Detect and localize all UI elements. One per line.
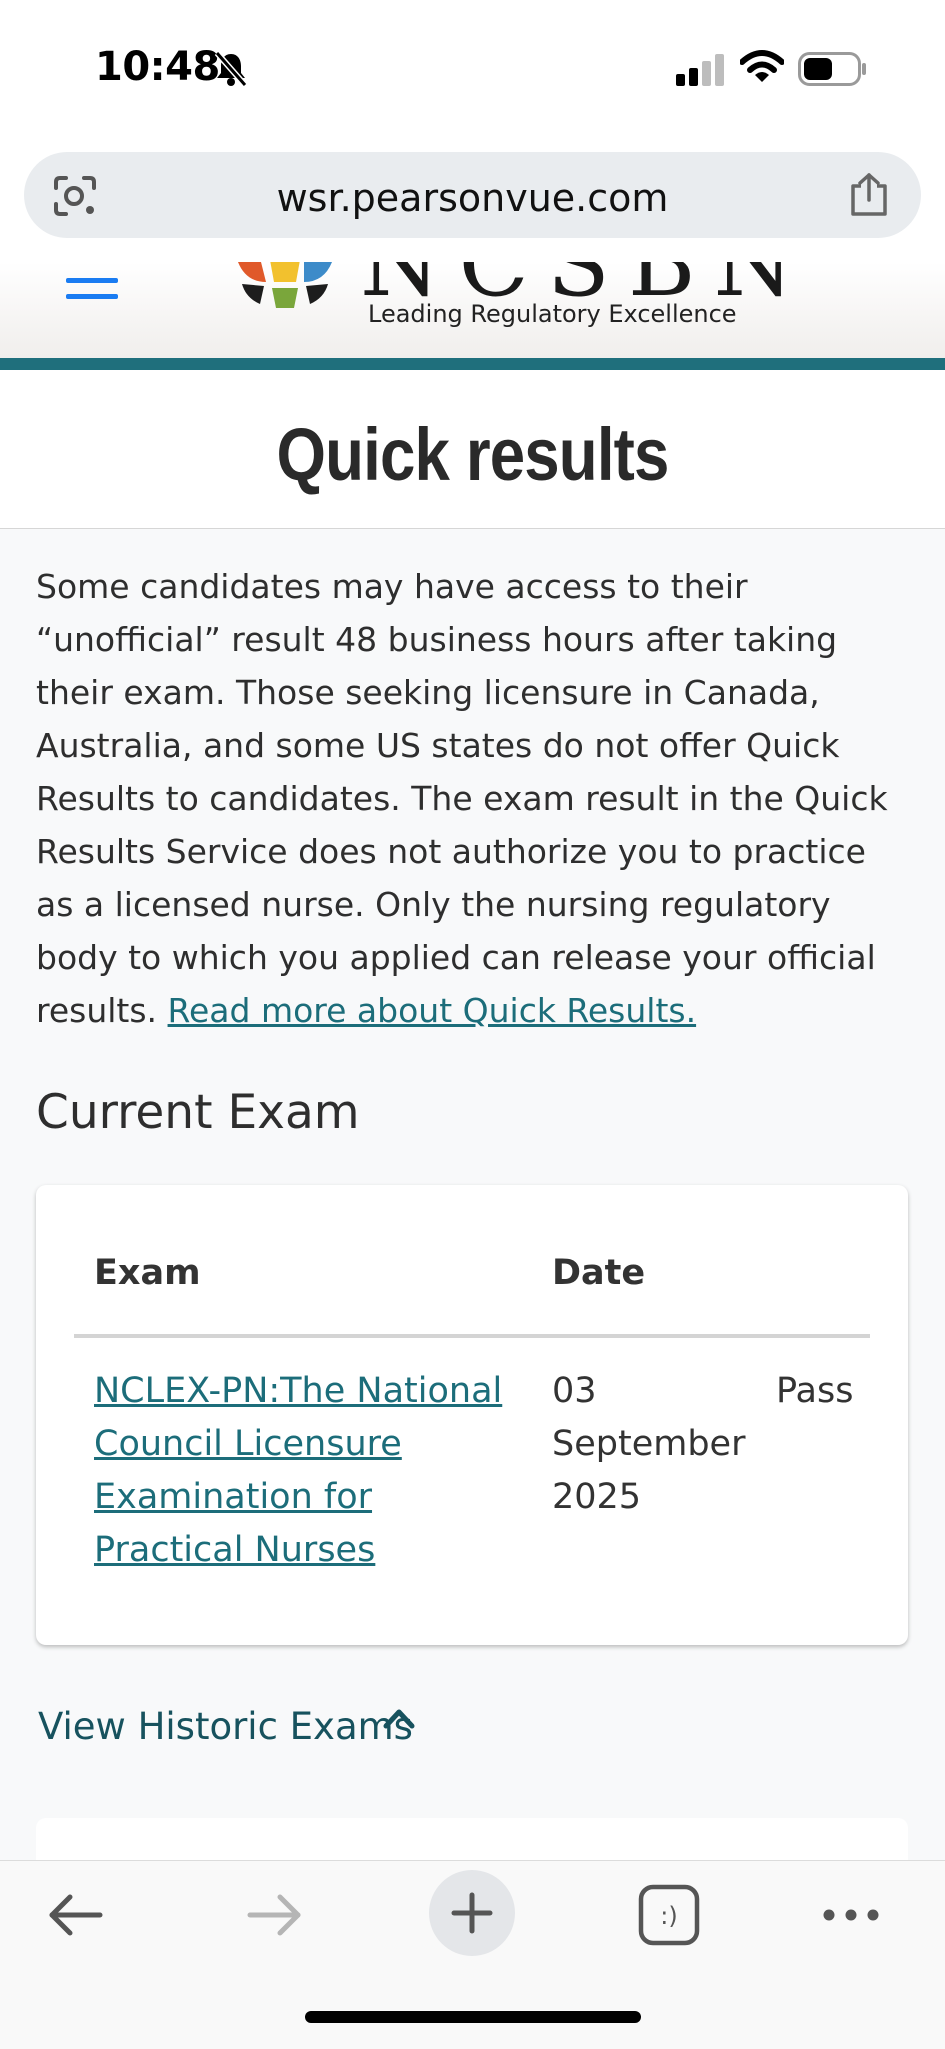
back-icon[interactable] — [46, 1885, 106, 1945]
forward-icon[interactable] — [244, 1885, 304, 1945]
chevron-up-icon[interactable] — [382, 1706, 416, 1730]
wifi-icon — [740, 50, 784, 82]
column-header-date: Date — [552, 1253, 646, 1293]
page-title: Quick results — [276, 413, 669, 496]
status-bar: 10:48 — [0, 0, 945, 140]
bell-slash-icon — [214, 51, 248, 87]
signal-icon — [676, 54, 724, 86]
exam-name-link[interactable]: NCLEX-PN:The National Council Licensure … — [94, 1371, 502, 1570]
share-icon[interactable] — [849, 172, 889, 218]
new-tab-icon[interactable] — [428, 1869, 516, 1957]
exam-result-cell: Pass — [776, 1371, 854, 1411]
current-exam-heading: Current Exam — [36, 1085, 360, 1140]
more-icon[interactable] — [822, 1901, 880, 1929]
exam-name-cell: NCLEX-PN:The National Council Licensure … — [94, 1365, 504, 1577]
ncsbn-logo-mark — [238, 262, 332, 308]
header-accent-bar — [0, 358, 945, 370]
title-band: Quick results — [0, 370, 945, 529]
tabs-glyph: :) — [660, 1902, 677, 1930]
url-text[interactable]: wsr.pearsonvue.com — [24, 176, 921, 220]
logo-tagline: Leading Regulatory Excellence — [368, 300, 737, 328]
hamburger-menu-icon[interactable] — [66, 270, 120, 310]
column-header-exam: Exam — [94, 1253, 201, 1293]
battery-icon — [798, 52, 866, 86]
exam-date-cell: 03 September 2025 — [552, 1371, 746, 1517]
browser-address-area: wsr.pearsonvue.com — [0, 140, 945, 263]
read-more-link[interactable]: Read more about Quick Results. — [168, 991, 697, 1030]
site-header: NCSBN Leading Regulatory Excellence — [0, 262, 945, 358]
status-time: 10:48 — [95, 44, 220, 90]
current-exam-card: Exam Date NCLEX-PN:The National Council … — [36, 1185, 908, 1645]
tabs-icon[interactable]: :) — [638, 1884, 700, 1946]
home-indicator — [305, 2011, 641, 2023]
address-bar[interactable]: wsr.pearsonvue.com — [24, 152, 921, 238]
table-header-divider — [74, 1334, 870, 1338]
intro-text: Some candidates may have access to their… — [36, 567, 888, 1030]
view-historic-exams-toggle[interactable]: View Historic Exams — [38, 1705, 413, 1748]
intro-paragraph: Some candidates may have access to their… — [36, 560, 906, 1037]
